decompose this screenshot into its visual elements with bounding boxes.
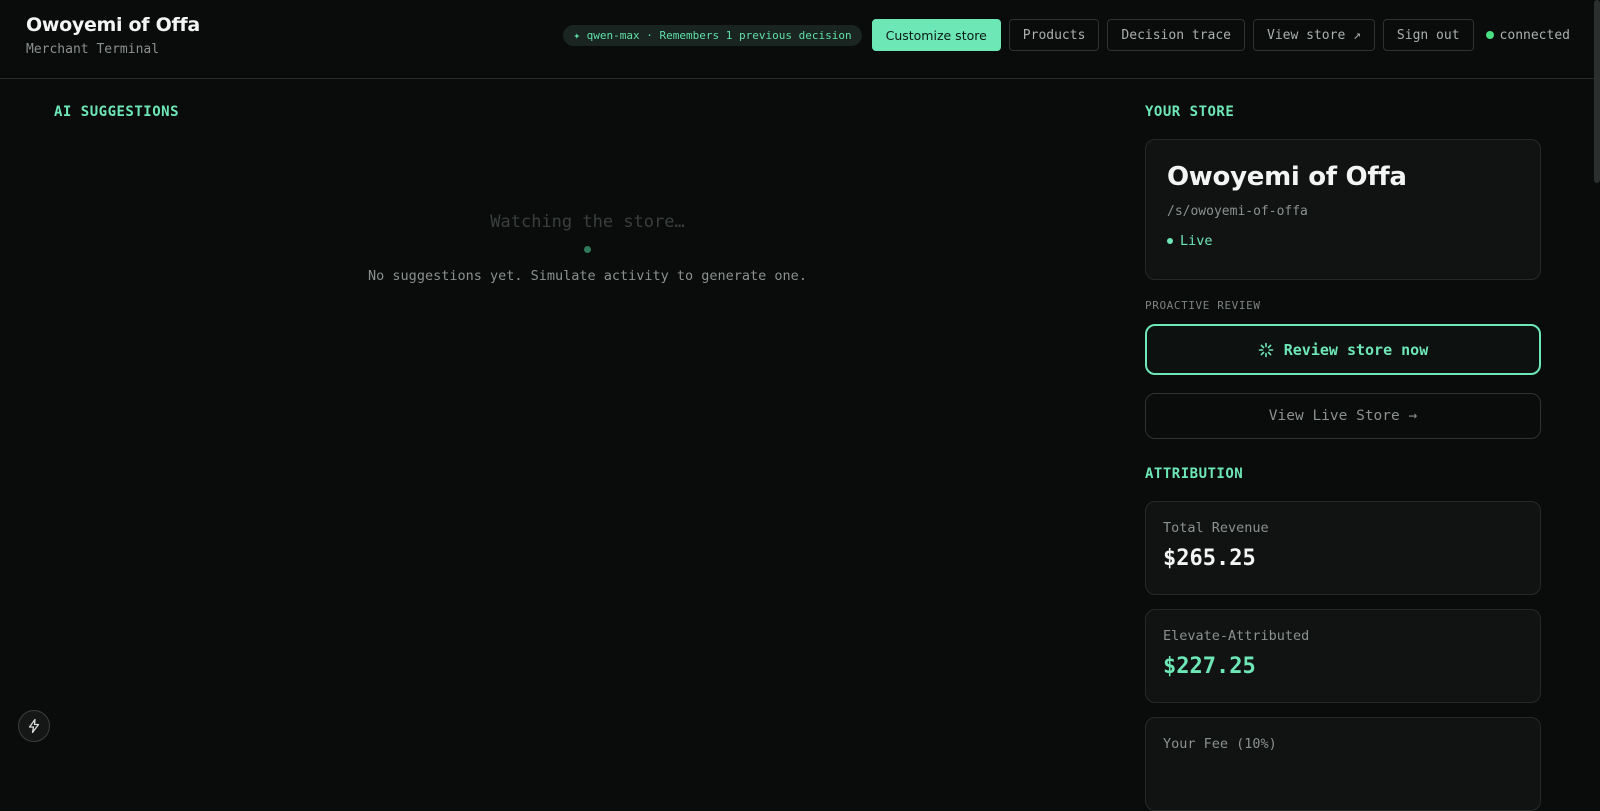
view-live-store-button[interactable]: View Live Store → — [1145, 393, 1541, 439]
metric-label: Total Revenue — [1163, 520, 1269, 536]
lightning-icon — [28, 718, 40, 734]
empty-state-text: No suggestions yet. Simulate activity to… — [368, 268, 807, 284]
metric-value: $265.25 — [1163, 546, 1256, 571]
ai-suggestions-heading: AI SUGGESTIONS — [54, 104, 180, 120]
sign-out-button[interactable]: Sign out — [1382, 19, 1474, 51]
live-dot-icon — [1167, 238, 1173, 244]
store-live-status: Live — [1167, 233, 1519, 249]
metric-value: $227.25 — [1163, 654, 1256, 679]
attribution-heading: ATTRIBUTION — [1145, 466, 1244, 482]
store-slug: /s/owoyemi-of-offa — [1167, 204, 1308, 219]
metric-elevate-attributed: Elevate-Attributed $227.25 — [1145, 609, 1541, 703]
dev-tools-button[interactable] — [18, 710, 50, 742]
page-scrollbar[interactable] — [1594, 0, 1600, 183]
store-live-label: Live — [1180, 233, 1213, 249]
proactive-review-label: PROACTIVE REVIEW — [1145, 299, 1261, 312]
page-subtitle: Merchant Terminal — [26, 42, 160, 57]
customize-store-button[interactable]: Customize store — [871, 19, 1001, 51]
metric-total-revenue: Total Revenue $265.25 — [1145, 501, 1541, 595]
metric-your-fee: Your Fee (10%) — [1145, 717, 1541, 811]
top-nav: ✦ qwen-max · Remembers 1 previous decisi… — [563, 19, 1570, 51]
spinner-icon — [1258, 342, 1274, 357]
brand: Owoyemi of Offa Merchant Terminal — [26, 14, 200, 57]
decision-trace-button[interactable]: Decision trace — [1107, 19, 1245, 51]
empty-state-title: Watching the store… — [490, 212, 685, 232]
suggestions-empty-state: Watching the store… No suggestions yet. … — [0, 212, 1175, 284]
status-dot-icon — [1485, 31, 1494, 39]
store-sidebar: YOUR STORE Owoyemi of Offa /s/owoyemi-of… — [1145, 104, 1541, 811]
top-bar: Owoyemi of Offa Merchant Terminal ✦ qwen… — [0, 0, 1600, 79]
store-title: Owoyemi of Offa — [26, 14, 200, 36]
your-store-heading: YOUR STORE — [1145, 104, 1235, 120]
products-button[interactable]: Products — [1008, 19, 1100, 51]
pulse-dot-icon — [584, 246, 591, 253]
metric-label: Your Fee (10%) — [1163, 736, 1277, 752]
view-store-button[interactable]: View store ↗ — [1253, 19, 1375, 51]
review-store-label: Review store now — [1283, 340, 1429, 359]
metric-label: Elevate-Attributed — [1163, 628, 1310, 644]
store-card: Owoyemi of Offa /s/owoyemi-of-offa Live — [1145, 139, 1541, 280]
connection-status: connected — [1485, 27, 1570, 43]
model-memory-badge: ✦ qwen-max · Remembers 1 previous decisi… — [563, 24, 862, 46]
review-store-button[interactable]: Review store now — [1145, 324, 1541, 375]
store-name: Owoyemi of Offa — [1167, 162, 1407, 192]
connection-status-label: connected — [1499, 27, 1570, 43]
